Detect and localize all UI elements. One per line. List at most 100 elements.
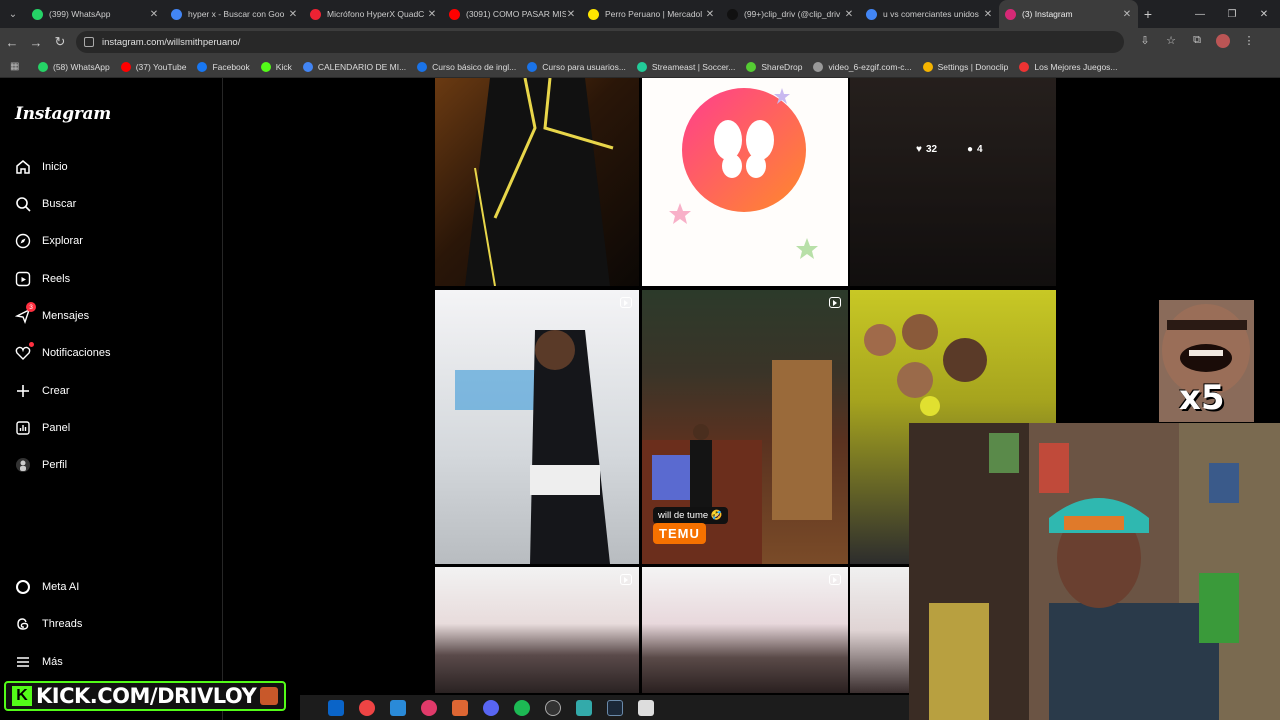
bookmark-item[interactable]: (37) YouTube [120, 61, 186, 72]
back-icon[interactable]: ← [0, 35, 24, 50]
bookmark-favicon-icon [636, 61, 647, 72]
bookmark-item[interactable]: video_6-ezgif.com-c... [813, 61, 912, 72]
instagram-logo[interactable]: Instagram [15, 104, 111, 124]
kick-url-text: KICK.COM/DRIVLOY [36, 684, 257, 708]
restore-button[interactable]: ❐ [1216, 0, 1248, 28]
browser-tab[interactable]: hyper x - Buscar con Goo ✕ [165, 0, 304, 28]
bookmark-item[interactable]: Kick [260, 61, 292, 72]
sidebar-item-label: Panel [42, 422, 71, 434]
tab-title: (3) Instagram [1022, 9, 1073, 19]
chrome-icon[interactable] [359, 699, 375, 716]
video-editor-icon[interactable] [452, 699, 468, 716]
site-info-icon[interactable] [84, 37, 94, 47]
bookmark-item[interactable]: Curso para usuarios... [527, 61, 626, 72]
sidebar-item-notificaciones[interactable]: Notificaciones [14, 342, 110, 362]
notes-icon[interactable] [638, 699, 654, 716]
post-event-2[interactable] [642, 567, 848, 693]
tab-search-icon[interactable]: ⌄ [0, 0, 26, 28]
sidebar-item-explorar[interactable]: Explorar [14, 232, 83, 250]
post-lab-suit[interactable] [435, 290, 639, 564]
bookmark-item[interactable]: CALENDARIO DE MI... [302, 61, 406, 72]
browser-tab[interactable]: (99+)clip_driv (@clip_driv ✕ [721, 0, 860, 28]
post-group-store[interactable]: ♥ 32 ● 4 [850, 78, 1056, 286]
bookmark-item[interactable]: Facebook [197, 61, 250, 72]
sidebar-item-mensajes[interactable]: 3 Mensajes [14, 302, 89, 325]
tab-close-icon[interactable]: ✕ [844, 9, 854, 20]
sidebar-item-threads[interactable]: Threads [14, 615, 82, 633]
browser-menu-icon[interactable]: ⋮ [1236, 34, 1262, 51]
sidebar-item-metaai[interactable]: Meta AI [14, 578, 79, 596]
sidebar-item-label: Threads [42, 618, 83, 630]
tab-close-icon[interactable]: ✕ [427, 9, 437, 20]
store-icon[interactable] [390, 699, 406, 716]
close-window-button[interactable]: ✕ [1248, 0, 1280, 28]
reel-indicator-icon [620, 574, 632, 585]
sidebar-item-ms[interactable]: Más [14, 653, 63, 671]
bookmark-item[interactable]: Settings | Donoclip [922, 61, 1008, 72]
bookmark-item[interactable]: ShareDrop [746, 61, 803, 72]
app-icon[interactable] [576, 699, 592, 716]
bookmark-favicon-icon [38, 61, 48, 72]
plus-icon [14, 382, 32, 400]
tab-close-icon[interactable]: ✕ [566, 9, 576, 20]
reload-icon[interactable]: ↻ [48, 34, 72, 50]
browser-tab[interactable]: Micrófono HyperX QuadC ✕ [304, 0, 443, 28]
bookmark-label: Curso para usuarios... [542, 61, 626, 72]
discord-icon[interactable] [483, 699, 499, 716]
sidebar-item-buscar[interactable]: Buscar [14, 195, 76, 213]
unread-badge: 3 [26, 302, 36, 312]
reel-indicator-icon [829, 574, 841, 585]
browser-tab[interactable]: Perro Peruano | Mercadol ✕ [582, 0, 721, 28]
temu-label: TEMU [653, 523, 706, 544]
tab-close-icon[interactable]: ✕ [288, 9, 298, 20]
post-butterfly[interactable] [642, 78, 848, 286]
bookmark-favicon-icon [197, 61, 208, 72]
sidebar-item-inicio[interactable]: Inicio [14, 158, 68, 176]
menu-icon [14, 653, 32, 671]
minimize-button[interactable]: — [1184, 0, 1216, 28]
tab-close-icon[interactable]: ✕ [983, 9, 993, 20]
apps-grid-icon[interactable]: ▦ [10, 61, 24, 72]
webcam-image [909, 423, 1280, 720]
bookmark-label: Los Mejores Juegos... [1034, 61, 1118, 72]
url-text: instagram.com/willsmithperuano/ [102, 36, 241, 48]
bookmark-item[interactable]: (58) WhatsApp [38, 61, 110, 72]
sidebar-item-crear[interactable]: Crear [14, 382, 70, 400]
steam-icon[interactable] [607, 699, 623, 716]
browser-tab[interactable]: u vs comerciantes unidos ✕ [860, 0, 999, 28]
sidebar-item-panel[interactable]: Panel [14, 419, 70, 437]
tab-close-icon[interactable]: ✕ [705, 9, 715, 20]
bookmark-item[interactable]: Streameast | Soccer... [636, 61, 735, 72]
bookmark-item[interactable]: Los Mejores Juegos... [1019, 61, 1118, 72]
obs-icon[interactable] [545, 699, 561, 716]
browser-tab-bar: ⌄ (399) WhatsApp ✕ hyper x - Buscar con … [0, 0, 1280, 28]
window-controls: — ❐ ✕ [1184, 0, 1280, 28]
butterfly-app-image [669, 88, 818, 259]
browser-tab[interactable]: (3091) COMO PASAR MIS ✕ [443, 0, 582, 28]
post-event-1[interactable] [435, 567, 639, 693]
bookmark-item[interactable]: Curso básico de ingl... [417, 61, 516, 72]
install-app-icon[interactable]: ⇩ [1132, 34, 1158, 51]
sidebar-item-label: Explorar [42, 235, 83, 247]
outlook-icon[interactable] [328, 699, 344, 716]
spotify-icon[interactable] [514, 699, 530, 716]
sidebar-item-perfil[interactable]: Perfil [14, 456, 67, 474]
post-event-3[interactable] [850, 567, 909, 693]
bookmark-favicon-icon [527, 61, 538, 72]
bookmark-label: ShareDrop [761, 61, 803, 72]
post-suit[interactable] [435, 78, 639, 286]
bookmark-star-icon[interactable]: ☆ [1158, 34, 1184, 51]
extensions-icon[interactable]: ⧉ [1184, 34, 1210, 51]
kick-channel-banner: K KICK.COM/DRIVLOY [4, 681, 287, 711]
tab-close-icon[interactable]: ✕ [149, 9, 159, 20]
new-tab-button[interactable]: + [1138, 6, 1158, 22]
browser-tab[interactable]: (399) WhatsApp ✕ [26, 0, 165, 28]
sidebar-item-label: Meta AI [42, 581, 80, 593]
sidebar-item-reels[interactable]: Reels [14, 270, 70, 288]
tab-close-icon[interactable]: ✕ [1122, 9, 1132, 20]
forward-icon[interactable]: → [24, 35, 48, 50]
media-player-icon[interactable] [421, 699, 437, 716]
url-input[interactable]: instagram.com/willsmithperuano/ [76, 31, 1124, 53]
profile-avatar[interactable] [1210, 33, 1236, 51]
browser-tab[interactable]: (3) Instagram ✕ [999, 0, 1138, 28]
